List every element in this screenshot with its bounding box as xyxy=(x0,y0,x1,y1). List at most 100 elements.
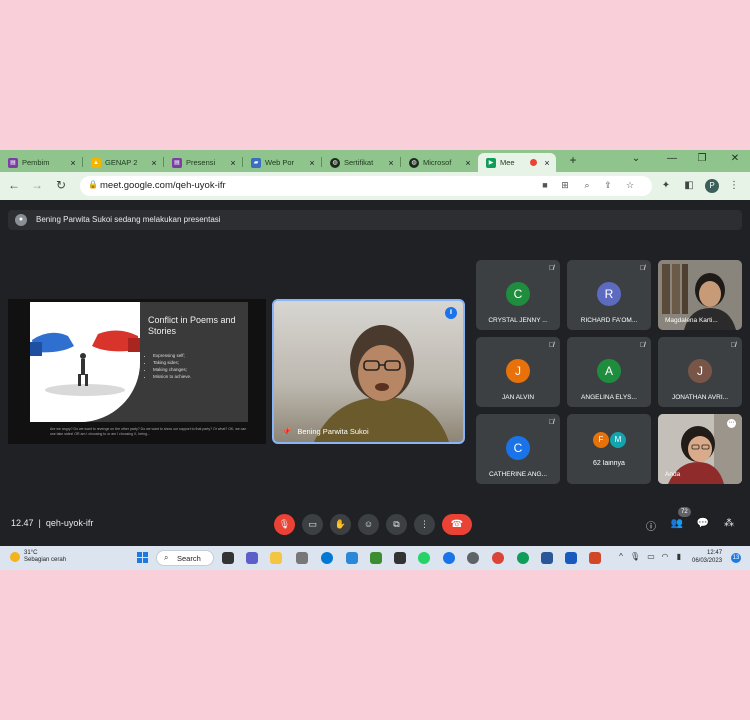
forward-button[interactable]: → xyxy=(29,178,45,192)
bookmark-star-icon[interactable]: ☆ xyxy=(623,180,637,191)
banner-text: Bening Parwita Sukoi sedang melakukan pr… xyxy=(36,215,221,224)
close-window-button[interactable]: ✕ xyxy=(727,153,743,164)
menu-kebab-icon[interactable]: ⋮ xyxy=(727,180,741,191)
emoji-button[interactable]: ☺ xyxy=(358,514,379,535)
whatsapp-icon[interactable] xyxy=(418,552,430,564)
tab-label: Sertifikat xyxy=(344,158,374,167)
slide-bullet: Mission to achieve. xyxy=(153,373,191,380)
participant-tile[interactable]: Magdalena Karti... xyxy=(658,260,742,330)
app-icon[interactable] xyxy=(370,552,382,564)
store-icon[interactable] xyxy=(346,552,358,564)
notification-badge[interactable]: 13 xyxy=(731,553,741,563)
start-button[interactable] xyxy=(137,552,149,564)
chevron-up-icon[interactable]: ^ xyxy=(616,552,626,561)
close-icon[interactable]: × xyxy=(307,158,317,168)
leave-call-button[interactable]: ☎ xyxy=(442,514,472,535)
new-tab-button[interactable]: + xyxy=(565,153,581,167)
presenter-video-tile[interactable]: ⦀ 📌 Bening Parwita Sukoi xyxy=(272,299,465,444)
close-icon[interactable]: × xyxy=(68,158,78,168)
tab-meet[interactable]: ▶ Mee × xyxy=(478,153,556,172)
more-options-button[interactable]: ⋮ xyxy=(414,514,435,535)
tab-microsoft[interactable]: ◍ Microsof × xyxy=(401,153,477,172)
camera-icon[interactable]: ■ xyxy=(538,180,552,190)
chat-icon[interactable]: 💬 xyxy=(696,518,710,529)
lock-icon: 🔒 xyxy=(88,180,98,189)
slide-bullet: Taking sides; xyxy=(153,359,191,366)
taskbar-clock[interactable]: 12:47 06/03/2023 xyxy=(692,549,722,565)
info-icon[interactable]: ⓘ xyxy=(644,518,658,533)
wifi-icon[interactable]: ◠ xyxy=(660,552,670,561)
extensions-icon[interactable]: ✦ xyxy=(659,180,673,191)
shared-screen-tile[interactable]: Conflict in Poems and Stories Expressing… xyxy=(8,299,266,444)
zoom-icon[interactable]: ⌕ xyxy=(580,180,594,191)
participant-tile[interactable]: 🎙̸ J JAN ALVIN xyxy=(476,337,560,407)
more-participants-tile[interactable]: F M 62 lainnya xyxy=(567,414,651,484)
powerpoint-icon[interactable] xyxy=(589,552,601,564)
tab-label: Web Por xyxy=(265,158,295,167)
people-icon[interactable]: 👥 xyxy=(670,518,684,529)
screen: ▤ Pembim × ▲ GENAP 2 × ▤ Presensi × ▰ We… xyxy=(0,150,750,570)
close-icon[interactable]: × xyxy=(386,158,396,168)
chrome-icon[interactable] xyxy=(443,552,455,564)
slide-bullet: Making changes; xyxy=(153,366,191,373)
close-icon[interactable]: × xyxy=(542,158,552,168)
meeting-code: qeh-uyok-ifr xyxy=(45,518,94,528)
sidepanel-icon[interactable]: ◧ xyxy=(682,180,696,191)
tab-presensi[interactable]: ▤ Presensi × xyxy=(164,153,242,172)
participant-tile[interactable]: 🎙̸ C CATHERINE ANG... xyxy=(476,414,560,484)
taskbar-search[interactable]: ⌕ Search xyxy=(156,550,214,566)
tab-genap[interactable]: ▲ GENAP 2 × xyxy=(83,153,163,172)
task-view-icon[interactable] xyxy=(222,552,234,564)
present-button[interactable]: ⧉ xyxy=(386,514,407,535)
presenter-avatar-icon: ● xyxy=(15,214,27,226)
chrome-profile-icon[interactable] xyxy=(517,552,529,564)
activities-icon[interactable]: ⁂ xyxy=(722,518,736,529)
edge-icon[interactable] xyxy=(321,552,333,564)
file-explorer-icon[interactable] xyxy=(270,552,282,564)
minimize-button[interactable]: — xyxy=(664,153,680,164)
app-icon[interactable] xyxy=(541,552,553,564)
drive-icon: ▲ xyxy=(91,157,101,168)
tab-sertifikat[interactable]: ◍ Sertifikat × xyxy=(322,153,400,172)
self-view-tile[interactable]: ⋯ Anda xyxy=(658,414,742,484)
tab-web-portal[interactable]: ▰ Web Por × xyxy=(243,153,321,172)
display-icon[interactable]: ▭ xyxy=(646,552,656,561)
back-button[interactable]: ← xyxy=(6,178,22,192)
tab-pembimbing[interactable]: ▤ Pembim × xyxy=(0,153,82,172)
participant-tile[interactable]: 🎙̸ J JONATHAN AVRI... xyxy=(658,337,742,407)
chrome-profile-icon[interactable] xyxy=(492,552,504,564)
settings-gear-icon[interactable] xyxy=(467,552,479,564)
app-icon[interactable] xyxy=(394,552,406,564)
camera-button[interactable]: ▭ xyxy=(302,514,323,535)
meet-icon: ▶ xyxy=(486,157,496,168)
mic-off-icon: 🎙̸ xyxy=(639,265,645,272)
word-icon[interactable] xyxy=(565,552,577,564)
close-icon[interactable]: × xyxy=(463,158,473,168)
chat-app-icon[interactable] xyxy=(246,552,258,564)
close-icon[interactable]: × xyxy=(228,158,238,168)
participant-tile[interactable]: 🎙̸ R RICHARD FA'OM... xyxy=(567,260,651,330)
close-icon[interactable]: × xyxy=(149,158,159,168)
participant-tile[interactable]: 🎙̸ A ANGELINA ELYS... xyxy=(567,337,651,407)
slide-title: Conflict in Poems and Stories xyxy=(148,315,236,336)
app-icon[interactable] xyxy=(296,552,308,564)
share-icon[interactable]: ⇪ xyxy=(601,180,615,191)
battery-icon[interactable]: ▮ xyxy=(674,552,684,561)
more-options-icon[interactable]: ⋯ xyxy=(727,419,736,428)
translate-icon[interactable]: ⊞ xyxy=(558,180,572,191)
microphone-icon[interactable]: 🎙 xyxy=(630,552,640,561)
chevron-down-icon[interactable]: ⌄ xyxy=(628,153,644,164)
reload-button[interactable]: ↻ xyxy=(53,178,69,192)
raise-hand-button[interactable]: ✋ xyxy=(330,514,351,535)
avatar: J xyxy=(688,359,712,383)
avatar[interactable]: P xyxy=(705,179,719,193)
slide-footer: Are we angry? Do we want to revenge on t… xyxy=(50,427,247,436)
avatar: M xyxy=(610,432,626,448)
mic-off-button[interactable]: 🎙 xyxy=(274,514,295,535)
participant-tile[interactable]: 🎙̸ C CRYSTAL JENNY ... xyxy=(476,260,560,330)
omnibox[interactable]: 🔒 meet.google.com/qeh-uyok-ifr ■ ⊞ ⌕ ⇪ ☆ xyxy=(80,176,652,196)
pin-icon[interactable]: 📌 xyxy=(282,427,291,436)
mic-off-icon: 🎙̸ xyxy=(548,265,554,272)
doc-icon: ▤ xyxy=(8,157,18,168)
restore-button[interactable]: ❐ xyxy=(694,153,710,164)
